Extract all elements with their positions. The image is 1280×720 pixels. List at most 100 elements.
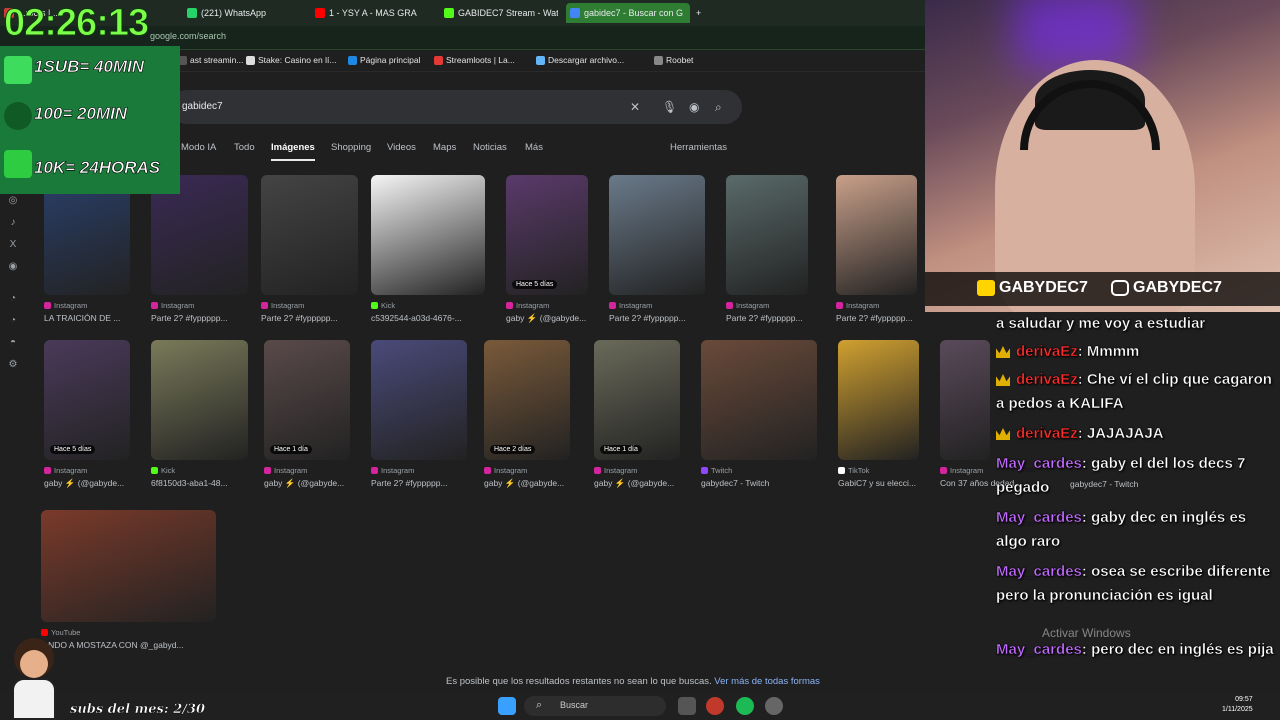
image-result[interactable]: Instagram Parte 2? #fyppppp...: [836, 175, 927, 331]
search-tab[interactable]: Noticias: [473, 142, 507, 153]
image-result[interactable]: Instagram Parte 2? #fyppppp...: [609, 175, 715, 331]
result-thumbnail[interactable]: [609, 175, 705, 295]
bookmark-label: Roobet: [666, 55, 694, 65]
spotify-icon[interactable]: [736, 697, 754, 715]
instagram-icon[interactable]: ◎: [6, 194, 20, 208]
search-tab[interactable]: Videos: [387, 142, 416, 153]
clock[interactable]: 09:57 1/11/2025: [1222, 695, 1253, 715]
image-result[interactable]: Instagram Parte 2? #fyppppp...: [371, 340, 477, 496]
image-result[interactable]: Instagram Parte 2? #fyppppp...: [726, 175, 818, 331]
image-result[interactable]: Hace 5 días Instagram gaby ⚡ (@gabyde...: [44, 340, 140, 496]
result-thumbnail[interactable]: [940, 340, 990, 460]
url-text[interactable]: google.com/search: [150, 31, 226, 41]
result-source: Instagram: [264, 466, 307, 475]
image-result[interactable]: Kick 6f8150d3-aba1-48...: [151, 340, 258, 496]
result-title[interactable]: gaby ⚡ (@gabyde...: [594, 478, 710, 489]
result-thumbnail[interactable]: Hace 5 días: [44, 340, 130, 460]
search-tab[interactable]: Maps: [433, 142, 456, 153]
bookmark-item[interactable]: Página principal: [348, 55, 420, 65]
bookmark-item[interactable]: Roobet: [654, 55, 693, 65]
image-result[interactable]: Hace 1 día Instagram gaby ⚡ (@gabyde...: [594, 340, 690, 496]
search-query[interactable]: gabidec7: [182, 101, 223, 112]
result-thumbnail[interactable]: Hace 5 días: [506, 175, 588, 295]
result-thumbnail[interactable]: [41, 510, 216, 622]
start-icon[interactable]: [498, 697, 516, 715]
result-thumbnail[interactable]: Hace 2 días: [484, 340, 570, 460]
lens-icon[interactable]: ◉: [689, 100, 699, 114]
image-result[interactable]: Hace 5 días Instagram gaby ⚡ (@gabyde...: [506, 175, 598, 331]
result-title[interactable]: Parte 2? #fyppppp...: [151, 313, 278, 323]
image-result[interactable]: Hace 1 día Instagram gaby ⚡ (@gabyde...: [264, 340, 360, 496]
bookmark-item[interactable]: ast streamin...: [178, 55, 243, 65]
image-result[interactable]: Kick c5392544-a03d-4676-...: [371, 175, 495, 331]
result-source: Instagram: [594, 466, 637, 475]
result-thumbnail[interactable]: [261, 175, 358, 295]
search-tab[interactable]: Más: [525, 142, 543, 153]
browser-tab[interactable]: GABIDEC7 Stream - Wat: [440, 3, 558, 23]
result-title[interactable]: Parte 2? #fyppppp...: [836, 313, 947, 323]
result-title[interactable]: gaby ⚡ (@gabyde...: [44, 478, 160, 489]
result-title[interactable]: Parte 2? #fyppppp...: [609, 313, 735, 323]
source-icon: [484, 467, 491, 474]
search-input[interactable]: gabidec7 ✕ 🎙 ◉ ⌕: [170, 90, 742, 124]
bookmark-item[interactable]: Descargar archivo...: [536, 55, 624, 65]
result-title[interactable]: c5392544-a03d-4676-...: [371, 313, 515, 323]
browser-tab[interactable]: gabidec7 - Buscar con G: [566, 3, 690, 23]
mic-icon[interactable]: 🎙: [662, 100, 677, 114]
search-tab[interactable]: Modo IA: [181, 142, 216, 153]
result-thumbnail[interactable]: Hace 1 día: [264, 340, 350, 460]
bookmark-item[interactable]: Streamloots | La...: [434, 55, 515, 65]
crown-icon: [996, 374, 1010, 387]
result-thumbnail[interactable]: Hace 1 día: [594, 340, 680, 460]
taskbar-search[interactable]: ⌕ Buscar: [524, 696, 666, 716]
app-icon[interactable]: [765, 697, 783, 715]
result-title[interactable]: ...NDO A MOSTAZA CON @_gabyd...: [41, 640, 246, 650]
image-result[interactable]: TikTok GabiC7 y su elecci...: [838, 340, 929, 496]
tiktok-icon[interactable]: ♪: [6, 216, 20, 230]
task-view-icon[interactable]: [678, 697, 696, 715]
image-result[interactable]: Hace 2 días Instagram gaby ⚡ (@gabyde...: [484, 340, 580, 496]
result-title[interactable]: Parte 2? #fyppppp...: [261, 313, 388, 323]
result-title[interactable]: GabiC7 y su elecci...: [838, 478, 949, 488]
messenger-icon[interactable]: ◓: [6, 336, 20, 350]
new-tab-button[interactable]: +: [692, 3, 712, 23]
result-title[interactable]: Parte 2? #fyppppp...: [371, 478, 497, 488]
result-thumbnail[interactable]: [836, 175, 917, 295]
image-result[interactable]: YouTube ...NDO A MOSTAZA CON @_gabyd...: [41, 510, 226, 658]
see-more-link[interactable]: Ver más de todas formas: [714, 676, 820, 687]
result-title[interactable]: gaby ⚡ (@gabyde...: [506, 313, 618, 324]
image-result[interactable]: Instagram Parte 2? #fyppppp...: [151, 175, 258, 331]
search-tab[interactable]: Todo: [234, 142, 255, 153]
time-badge: Hace 5 días: [512, 280, 558, 289]
clear-icon[interactable]: ✕: [630, 100, 640, 114]
image-result[interactable]: Instagram Parte 2? #fyppppp...: [261, 175, 368, 331]
whatsapp-icon[interactable]: ◔: [6, 292, 20, 306]
image-result[interactable]: Instagram LA TRAICIÓN DE ...: [44, 175, 140, 331]
result-title[interactable]: gaby ⚡ (@gabyde...: [264, 478, 380, 489]
result-title[interactable]: gaby ⚡ (@gabyde...: [484, 478, 600, 489]
result-title[interactable]: Parte 2? #fyppppp...: [726, 313, 838, 323]
discord-icon[interactable]: ◉: [6, 260, 20, 274]
result-title[interactable]: 6f8150d3-aba1-48...: [151, 478, 278, 488]
settings-icon[interactable]: ⚙: [6, 358, 20, 372]
x-icon[interactable]: X: [6, 238, 20, 252]
result-title[interactable]: LA TRAICIÓN DE ...: [44, 313, 160, 323]
image-result[interactable]: Twitch gabydec7 - Twitch: [701, 340, 827, 496]
browser-tab[interactable]: 1 - YSY A - MAS GRA: [311, 3, 433, 23]
result-thumbnail[interactable]: [371, 340, 467, 460]
result-thumbnail[interactable]: [726, 175, 808, 295]
result-thumbnail[interactable]: [151, 340, 248, 460]
bookmark-item[interactable]: Stake: Casino en lí...: [246, 55, 336, 65]
tools-button[interactable]: Herramientas: [670, 142, 727, 153]
search-icon[interactable]: ⌕: [715, 100, 722, 115]
search-tab[interactable]: Shopping: [331, 142, 371, 153]
result-title[interactable]: gabydec7 - Twitch: [701, 478, 847, 488]
browser-tab[interactable]: (221) WhatsApp: [183, 3, 303, 23]
chat-username: May_cardes: [996, 455, 1082, 472]
opera-icon[interactable]: [706, 697, 724, 715]
result-thumbnail[interactable]: [701, 340, 817, 460]
spotify-icon[interactable]: ◔: [6, 314, 20, 328]
result-thumbnail[interactable]: [838, 340, 919, 460]
search-tab[interactable]: Imágenes: [271, 142, 315, 161]
result-thumbnail[interactable]: [371, 175, 485, 295]
